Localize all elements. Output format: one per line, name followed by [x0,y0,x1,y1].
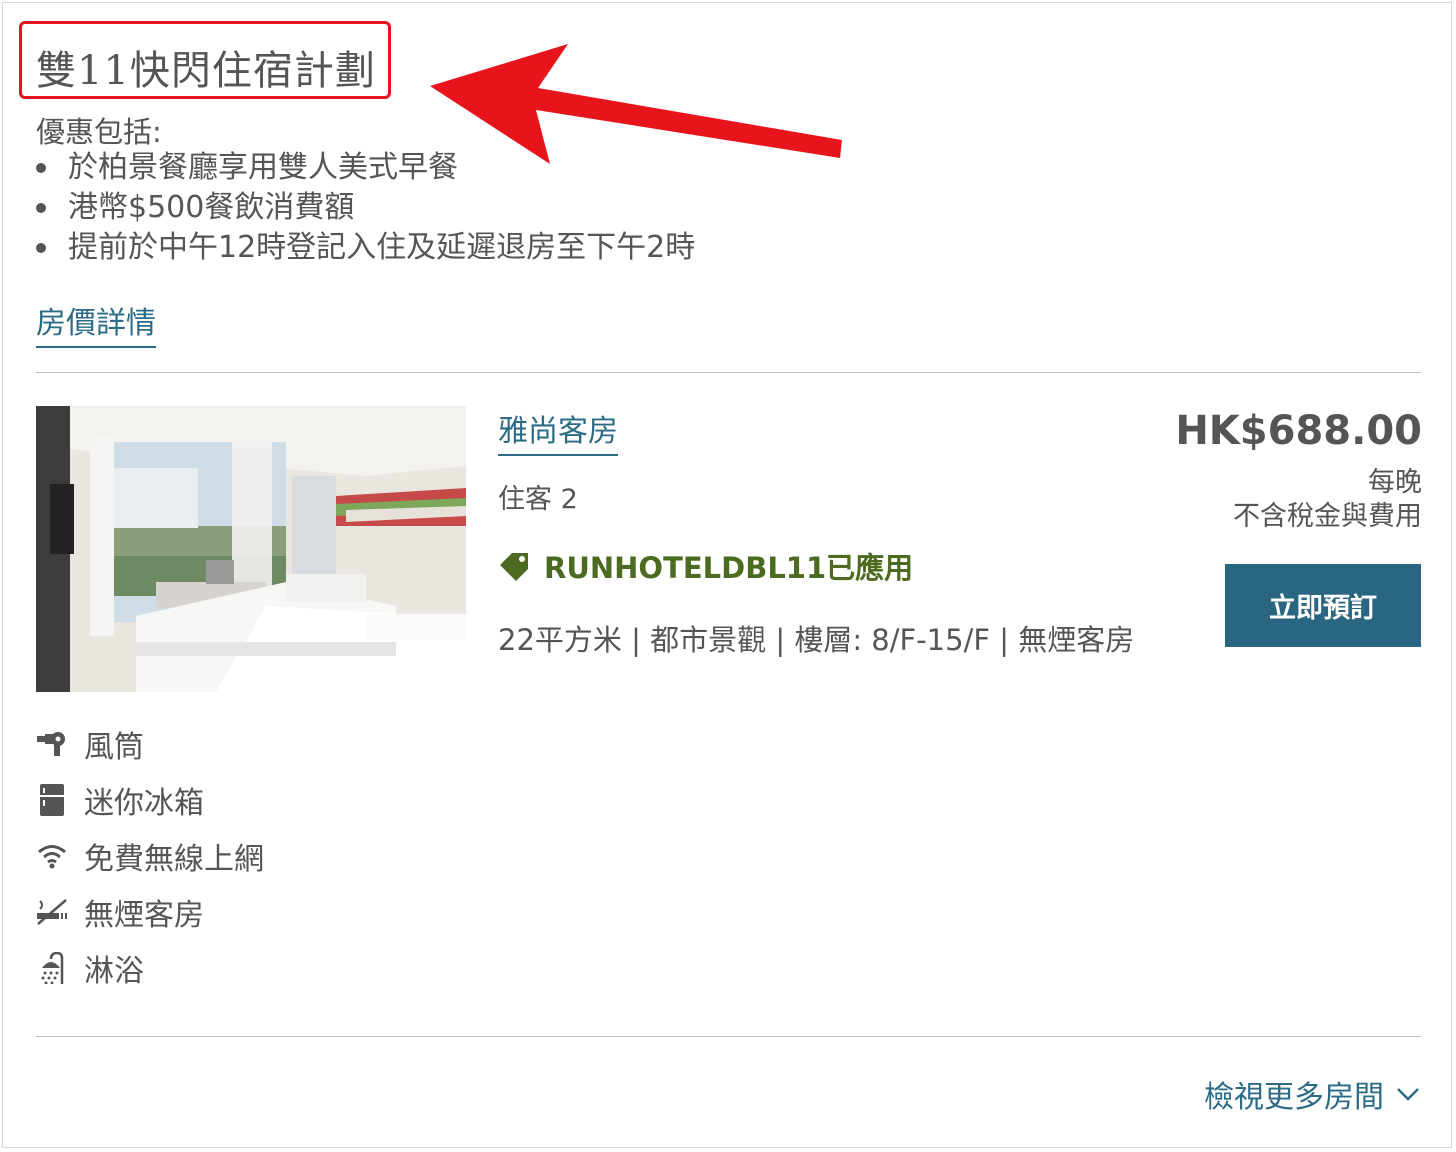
mini-fridge-icon [36,784,68,816]
bullet-icon [36,163,46,173]
bullet-icon [36,203,46,213]
divider [36,372,1421,373]
book-now-button[interactable]: 立即預訂 [1225,564,1421,647]
amenity-item: 免費無線上網 [36,828,264,884]
guest-count: 住客 2 [498,484,578,515]
room-name-link[interactable]: 雅尚客房 [498,406,618,456]
tax-note: 不含稅金與費用 [1233,501,1422,532]
photo-caption: © Premier Room, The Royal Pacific Hotel … [236,679,463,689]
wifi-icon [36,840,68,872]
shower-icon [36,952,68,984]
highlight-box [19,21,391,99]
amenities-list: 風筒 迷你冰箱 免費無線上網 無煙客房 淋浴 [36,716,264,996]
room-details: 22平方米 | 都市景觀 | 樓層: 8/F-15/F | 無煙客房 [498,623,1135,657]
offer-heading: 優惠包括: [36,115,162,149]
amenity-item: 淋浴 [36,940,264,996]
offer-item: 提前於中午12時登記入住及延遲退房至下午2時 [36,228,695,268]
chevron-down-icon [1397,1088,1419,1101]
bullet-icon [36,243,46,253]
divider [36,1036,1421,1037]
room-price: HK$688.00 [1175,408,1422,454]
tag-icon [500,553,528,581]
no-smoking-icon [36,896,68,928]
amenity-item: 迷你冰箱 [36,772,264,828]
promo-code-text: RUNHOTELDBL11已應用 [544,551,914,585]
amenity-item: 無煙客房 [36,884,264,940]
room-photo-image: © Premier Room, The Royal Pacific Hotel … [36,406,466,692]
hair-dryer-icon [36,728,68,760]
view-more-rooms-link[interactable]: 檢視更多房間 [1204,1072,1420,1116]
offer-item: 於柏景餐廳享用雙人美式早餐 [36,148,695,188]
rate-details-link[interactable]: 房價詳情 [36,298,156,348]
offer-list: 於柏景餐廳享用雙人美式早餐 港幣$500餐飲消費額 提前於中午12時登記入住及延… [36,148,695,268]
promo-applied: RUNHOTELDBL11已應用 [498,545,913,587]
amenity-item: 風筒 [36,716,264,772]
offer-item: 港幣$500餐飲消費額 [36,188,695,228]
room-photo[interactable]: © Premier Room, The Royal Pacific Hotel … [36,406,466,692]
